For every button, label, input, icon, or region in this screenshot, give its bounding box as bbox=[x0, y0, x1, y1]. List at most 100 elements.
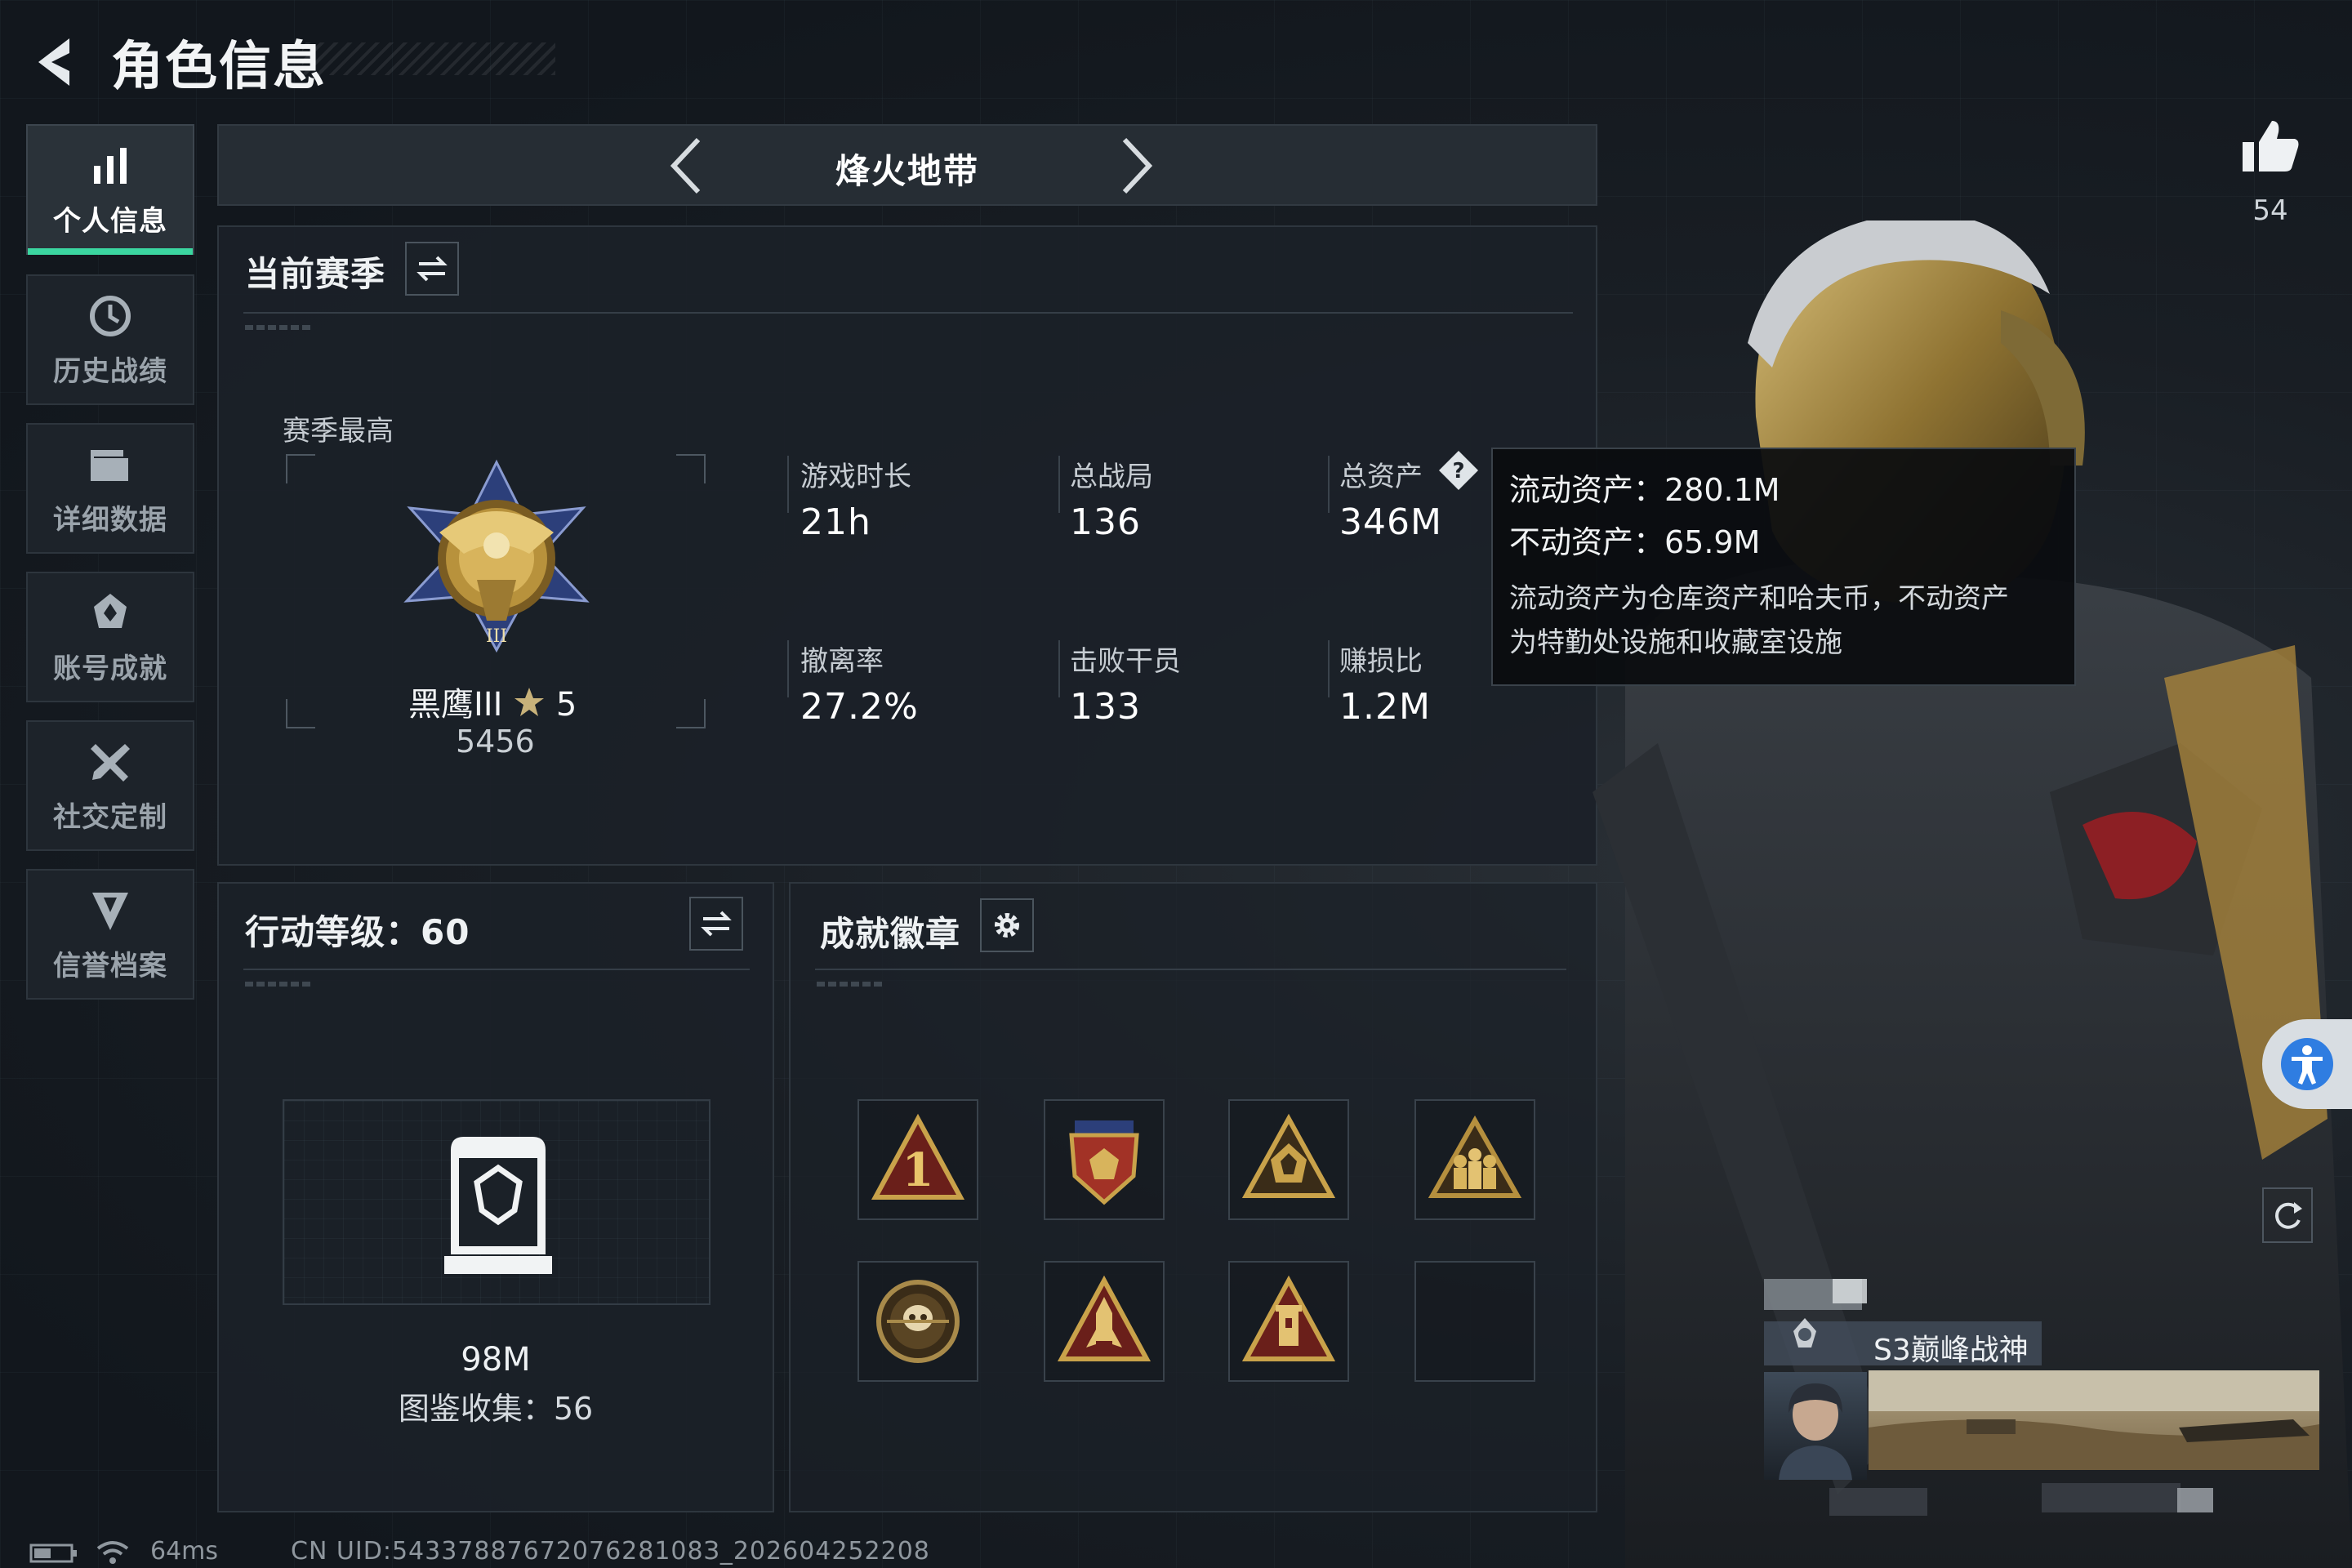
action-level-switch-button[interactable] bbox=[689, 897, 743, 951]
panel-title: 当前赛季 bbox=[245, 254, 386, 294]
frame-corner bbox=[286, 454, 315, 483]
panel-title: 行动等级：60 bbox=[245, 912, 470, 952]
divider bbox=[243, 969, 750, 970]
stat-label-profit-ratio: 赚损比 bbox=[1339, 645, 1423, 678]
rotate-model-button[interactable] bbox=[2262, 1187, 2313, 1243]
stat-divider bbox=[1058, 640, 1060, 697]
title-decoration bbox=[302, 42, 555, 75]
tooltip-desc-line: 流动资产为仓库资产和哈夫币，不动资产 bbox=[1509, 582, 2009, 615]
collection-value: 98M bbox=[461, 1341, 531, 1379]
back-arrow-icon bbox=[38, 38, 69, 86]
stat-value-play-time: 21h bbox=[800, 501, 871, 543]
folder-icon bbox=[91, 449, 128, 481]
sidebar-item-social[interactable]: 社交定制 bbox=[26, 720, 194, 851]
screen: 角色信息 个人信息 历史战绩 详细数据 账号成就 社交定制 信誉档案 烽火地带 … bbox=[0, 0, 2352, 1568]
achievement-badge[interactable] bbox=[858, 1261, 978, 1382]
tools-icon bbox=[91, 743, 130, 782]
star-icon bbox=[514, 688, 545, 716]
sidebar-item-credit[interactable]: 信誉档案 bbox=[26, 869, 194, 1000]
frame-corner bbox=[676, 454, 706, 483]
wifi-icon bbox=[96, 1541, 129, 1564]
sidebar-item-label: 信誉档案 bbox=[53, 949, 167, 982]
achievement-badge[interactable] bbox=[1044, 1261, 1165, 1382]
stat-label-total-matches: 总战局 bbox=[1070, 461, 1153, 493]
achievement-badge[interactable] bbox=[1228, 1261, 1349, 1382]
back-button[interactable] bbox=[24, 29, 82, 95]
divider-ticks bbox=[245, 325, 310, 330]
current-season-panel: 当前赛季 赛季最高 III 黑鹰III 5 5456 游戏时长 21h 总战局 … bbox=[217, 225, 1597, 866]
collection-display[interactable] bbox=[283, 1099, 710, 1305]
accessibility-button[interactable] bbox=[2262, 1019, 2352, 1109]
stat-divider bbox=[787, 640, 789, 697]
player-banner[interactable] bbox=[1869, 1370, 2319, 1470]
swap-icon bbox=[701, 911, 732, 937]
badge-skull-round-icon bbox=[876, 1280, 960, 1363]
player-avatar[interactable] bbox=[1764, 1372, 1867, 1480]
stat-divider bbox=[1058, 456, 1060, 513]
achievement-badge[interactable] bbox=[1228, 1099, 1349, 1220]
achievement-badge[interactable] bbox=[1044, 1099, 1165, 1220]
divider bbox=[815, 969, 1566, 970]
rank-stars: 5 bbox=[555, 686, 577, 724]
sidebar-item-label: 账号成就 bbox=[53, 652, 167, 685]
name-redacted-block bbox=[1833, 1279, 1867, 1303]
thumbs-up-icon bbox=[2243, 121, 2299, 172]
badge-tower-icon bbox=[1241, 1275, 1336, 1361]
stat-value-kills: 133 bbox=[1070, 686, 1141, 728]
stat-label-extraction-rate: 撤离率 bbox=[800, 645, 884, 678]
stat-label-kills: 击败干员 bbox=[1070, 645, 1181, 678]
achievement-badge[interactable]: 1 bbox=[858, 1099, 978, 1220]
panel-title: 成就徽章 bbox=[820, 914, 961, 954]
shield-icon bbox=[92, 892, 128, 930]
liquid-assets: 流动资产：280.1M bbox=[1509, 472, 1780, 508]
badge-number-one-icon: 1 bbox=[871, 1113, 965, 1200]
rank-emblem-icon: III bbox=[403, 459, 590, 653]
divider bbox=[243, 312, 1573, 314]
chevron-right-icon bbox=[1122, 137, 1153, 194]
display-case-icon bbox=[444, 1137, 552, 1274]
achievement-badge[interactable] bbox=[1414, 1099, 1535, 1220]
season-switch-button[interactable] bbox=[405, 242, 459, 296]
sidebar-item-label: 个人信息 bbox=[53, 204, 167, 238]
sidebar-item-label: 社交定制 bbox=[53, 800, 167, 834]
clock-icon bbox=[90, 295, 131, 336]
tooltip-desc-line: 为特勤处设施和收藏室设施 bbox=[1509, 626, 1842, 659]
asset-info-button[interactable]: ? bbox=[1437, 449, 1480, 492]
sidebar-item-personal-info[interactable]: 个人信息 bbox=[26, 124, 194, 255]
frame-corner bbox=[286, 699, 315, 728]
redacted-block bbox=[2177, 1488, 2213, 1512]
like-button[interactable] bbox=[2238, 114, 2303, 180]
badge-eagle-shield-icon bbox=[1069, 1120, 1139, 1205]
accessibility-icon bbox=[2281, 1038, 2333, 1090]
empty-badge-slot[interactable] bbox=[1414, 1261, 1535, 1382]
rank-name: 黑鹰III 5 bbox=[408, 678, 577, 725]
sidebar-item-achievements[interactable]: 账号成就 bbox=[26, 572, 194, 702]
asset-tooltip: 流动资产：280.1M 不动资产：65.9M 流动资产为仓库资产和哈夫币，不动资… bbox=[1491, 448, 2076, 686]
achievement-icon bbox=[94, 593, 127, 628]
stat-divider bbox=[787, 456, 789, 513]
redacted-block bbox=[1829, 1488, 1927, 1516]
rank-points: 5456 bbox=[456, 724, 535, 760]
stat-label-play-time: 游戏时长 bbox=[800, 461, 911, 493]
mode-name: 烽火地带 bbox=[835, 151, 979, 191]
divider-ticks bbox=[245, 982, 310, 987]
sidebar-item-history[interactable]: 历史战绩 bbox=[26, 274, 194, 405]
badge-triangle-emblem-icon bbox=[1241, 1113, 1336, 1198]
page-title: 角色信息 bbox=[111, 37, 327, 97]
gear-icon bbox=[995, 913, 1019, 938]
stat-value-profit-ratio: 1.2M bbox=[1339, 686, 1431, 728]
stat-label-total-assets: 总资产 bbox=[1339, 461, 1423, 493]
battery-icon bbox=[29, 1544, 77, 1563]
sidebar-item-detailed-data[interactable]: 详细数据 bbox=[26, 423, 194, 554]
tooltip-description: 流动资产为仓库资产和哈夫币，不动资产 为特勤处设施和收藏室设施 bbox=[1509, 577, 2058, 665]
achievements-settings-button[interactable] bbox=[980, 898, 1034, 952]
stat-value-total-matches: 136 bbox=[1070, 501, 1141, 543]
collection-label: 图鉴收集：56 bbox=[398, 1391, 594, 1427]
stat-divider bbox=[1328, 456, 1330, 513]
redacted-block bbox=[2042, 1483, 2180, 1512]
network-ping: 64ms bbox=[150, 1537, 219, 1566]
mode-next-button[interactable] bbox=[1109, 137, 1166, 194]
rotate-icon bbox=[2275, 1202, 2302, 1229]
stat-value-total-assets: 346M bbox=[1339, 501, 1442, 543]
season-best-label: 赛季最高 bbox=[283, 415, 394, 448]
